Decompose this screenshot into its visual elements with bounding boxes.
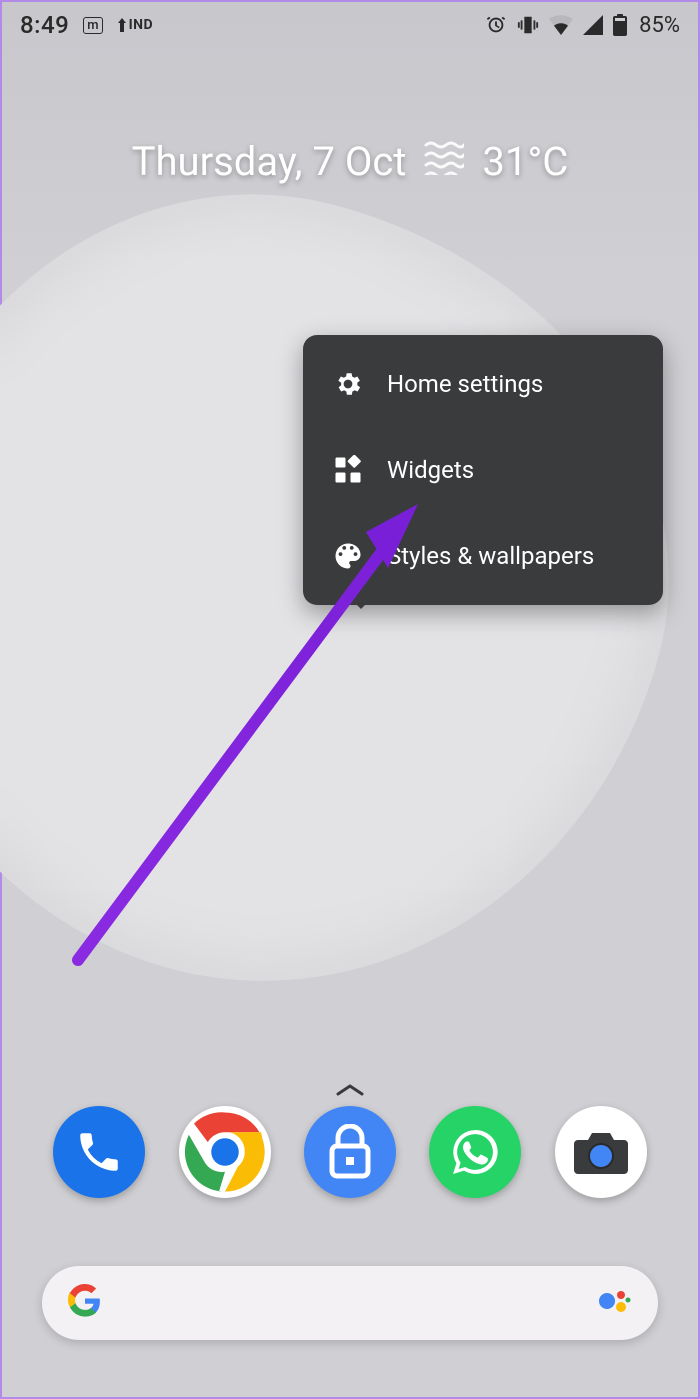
assistant-icon[interactable] (596, 1283, 632, 1323)
wifi-icon (549, 15, 573, 35)
app-camera[interactable] (555, 1106, 647, 1198)
date-text: Thursday, 7 Oct (132, 138, 407, 185)
app-drawer-handle[interactable] (335, 1082, 365, 1101)
home-context-menu: Home settings Widgets Styles & wallpaper… (303, 335, 663, 605)
gear-icon (331, 367, 365, 401)
menu-item-styles-wallpapers[interactable]: Styles & wallpapers (303, 513, 663, 599)
palette-icon (331, 539, 365, 573)
notification-ind-icon: IND (117, 17, 154, 33)
status-clock: 8:49 (20, 11, 69, 39)
menu-item-label: Styles & wallpapers (387, 542, 594, 570)
app-phone[interactable] (53, 1106, 145, 1198)
lock-icon (326, 1124, 374, 1180)
app-lock[interactable] (304, 1106, 396, 1198)
menu-item-label: Home settings (387, 370, 543, 398)
weather-fog-icon (424, 138, 464, 185)
camera-icon (572, 1128, 630, 1176)
menu-item-label: Widgets (387, 456, 474, 484)
temperature-text: 31°C (482, 138, 568, 185)
battery-percent: 85% (639, 13, 680, 38)
date-weather-widget[interactable]: Thursday, 7 Oct 31°C (2, 138, 698, 185)
signal-icon (583, 15, 603, 35)
notification-m-icon: m (83, 17, 102, 34)
alarm-icon (485, 14, 507, 36)
phone-icon (74, 1127, 124, 1177)
whatsapp-icon (448, 1125, 502, 1179)
vibrate-icon (517, 14, 539, 36)
app-whatsapp[interactable] (429, 1106, 521, 1198)
menu-item-home-settings[interactable]: Home settings (303, 341, 663, 427)
widgets-icon (331, 453, 365, 487)
google-search-bar[interactable] (42, 1266, 658, 1340)
chrome-icon (182, 1109, 268, 1195)
menu-item-widgets[interactable]: Widgets (303, 427, 663, 513)
dock (2, 1106, 698, 1198)
battery-icon (613, 14, 627, 36)
status-bar: 8:49 m IND 85% (2, 2, 698, 48)
google-g-icon (68, 1284, 102, 1322)
app-chrome[interactable] (179, 1106, 271, 1198)
